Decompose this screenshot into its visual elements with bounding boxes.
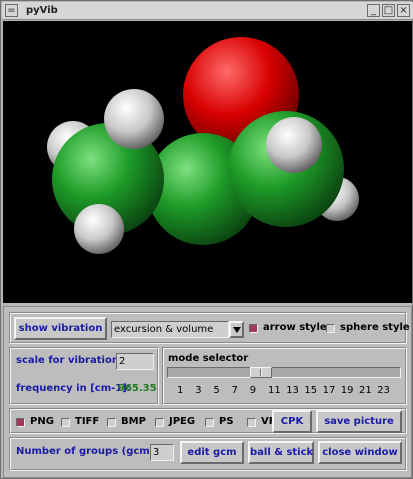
mode-tick-label: 21	[359, 385, 372, 396]
frequency-value: 965.35	[118, 383, 157, 394]
mode-selector-thumb[interactable]	[249, 367, 272, 378]
window-menu-icon[interactable]: =	[5, 4, 18, 17]
format-checkbox-png[interactable]	[16, 418, 25, 427]
mode-tick-label: 3	[195, 385, 202, 396]
format-label-ps[interactable]: PS	[219, 416, 234, 427]
mode-tick-label: 5	[213, 385, 220, 396]
title-bar[interactable]: = pyVib _ □ ×	[2, 2, 413, 20]
save-picture-button[interactable]: save picture	[316, 410, 402, 433]
edit-gcm-button[interactable]: edit gcm	[180, 441, 244, 464]
format-checkbox-vrml[interactable]	[247, 418, 256, 427]
mode-tick-label: 19	[340, 385, 354, 396]
mode-tick-label: 23	[377, 385, 390, 396]
hydrogen-atom	[104, 89, 164, 149]
groups-label: Number of groups (gcm's):	[16, 446, 168, 457]
frequency-label: frequency in [cm-1]:	[16, 383, 131, 394]
show-vibration-button[interactable]: show vibration	[14, 317, 107, 340]
scale-label: scale for vibrations:	[16, 355, 129, 366]
sphere-style-label[interactable]: sphere style	[340, 322, 410, 333]
window-title: pyVib	[26, 5, 58, 16]
format-checkbox-ps[interactable]	[205, 418, 214, 427]
hydrogen-atom	[266, 117, 322, 173]
close-icon[interactable]: ×	[397, 4, 410, 17]
format-checkbox-bmp[interactable]	[107, 418, 116, 427]
format-label-jpeg[interactable]: JPEG	[169, 416, 195, 427]
molecule-render	[47, 37, 359, 254]
mode-tick-label: 9	[249, 385, 257, 396]
sphere-style-checkbox[interactable]	[326, 324, 335, 333]
groups-input[interactable]: 3	[150, 444, 174, 461]
arrow-style-label[interactable]: arrow style	[263, 322, 327, 333]
pyvib-window: = pyVib _ □ × show vibration excursion &…	[0, 0, 413, 479]
scale-input[interactable]: 2	[116, 353, 154, 370]
mode-selector-title: mode selector	[168, 353, 249, 364]
mode-tick-label: 11	[268, 385, 281, 396]
format-checkbox-tiff[interactable]	[61, 418, 70, 427]
vibration-mode-dropdown[interactable]: excursion & volume	[111, 321, 229, 338]
minimize-icon[interactable]: _	[367, 4, 380, 17]
chevron-down-icon[interactable]	[229, 321, 244, 338]
mode-tick-label: 17	[322, 385, 336, 396]
mode-selector-track[interactable]	[167, 367, 401, 378]
hydrogen-atom	[74, 204, 124, 254]
close-window-button[interactable]: close window	[318, 441, 402, 464]
cpk-button[interactable]: CPK	[272, 410, 312, 433]
mode-tick-label: 13	[286, 385, 299, 396]
arrow-style-checkbox[interactable]	[249, 324, 258, 333]
molecule-3d-viewport[interactable]	[3, 21, 412, 303]
control-panel: show vibration excursion & volume arrow …	[3, 306, 412, 478]
format-label-tiff[interactable]: TIFF	[75, 416, 99, 427]
mode-tick-label: 1	[177, 385, 184, 396]
format-checkbox-jpeg[interactable]	[155, 418, 164, 427]
format-label-png[interactable]: PNG	[30, 416, 54, 427]
maximize-icon[interactable]: □	[382, 4, 395, 17]
mode-tick-label: 15	[304, 385, 318, 396]
mode-tick-label: 7	[231, 385, 238, 396]
format-label-bmp[interactable]: BMP	[121, 416, 146, 427]
ball-and-stick-button[interactable]: ball & stick	[248, 441, 314, 464]
